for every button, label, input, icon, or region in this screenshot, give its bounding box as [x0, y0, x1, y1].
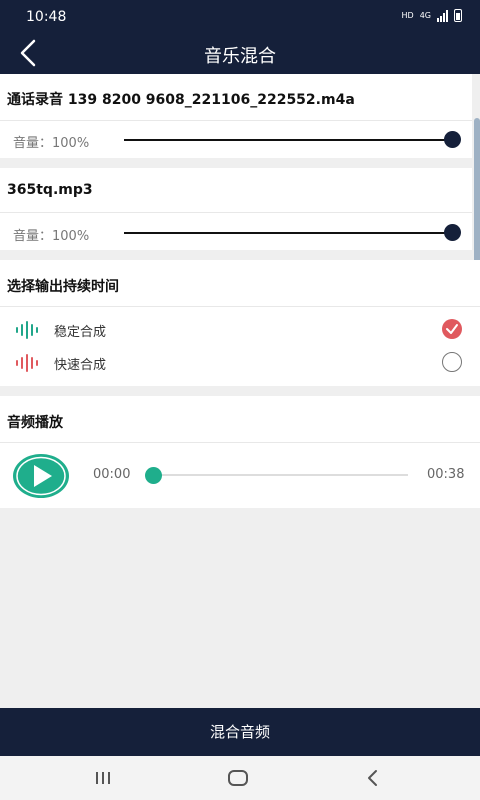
- divider: [0, 120, 472, 121]
- playback-progress-bar[interactable]: [152, 474, 408, 476]
- volume-label: 音量：100%: [13, 136, 90, 151]
- play-icon[interactable]: [12, 453, 70, 499]
- option-label: 稳定合成: [54, 325, 107, 340]
- status-time: 10:48: [26, 9, 67, 25]
- section-title: 选择输出持续时间: [7, 279, 119, 295]
- track-card-2: 365tq.mp3 音量：100%: [0, 168, 472, 250]
- status-bar: 10:48 HD 4G: [0, 0, 480, 34]
- playback-section: 音频播放: [0, 396, 480, 508]
- volume-label: 音量：100%: [13, 229, 90, 244]
- recents-icon[interactable]: [88, 766, 118, 790]
- home-icon[interactable]: [223, 766, 253, 790]
- playback-progress-thumb[interactable]: [144, 467, 162, 484]
- radio-unchecked-icon[interactable]: [442, 352, 462, 372]
- app-bar: 音乐混合: [0, 34, 480, 74]
- waveform-icon: [16, 321, 38, 339]
- track-file-name: 365tq.mp3: [7, 182, 93, 198]
- duration-section: 选择输出持续时间 稳定合成 快速合成: [0, 260, 480, 386]
- volume-slider-thumb[interactable]: [443, 224, 461, 241]
- volume-slider-thumb[interactable]: [443, 131, 461, 148]
- waveform-icon: [16, 354, 38, 372]
- total-time: 00:38: [427, 467, 465, 482]
- track-file-name: 通话录音 139 8200 9608_221106_222552.m4a: [7, 92, 355, 108]
- back-icon[interactable]: [358, 766, 388, 790]
- option-label: 快速合成: [54, 358, 107, 373]
- page-title: 音乐混合: [204, 46, 276, 67]
- system-nav-bar: [0, 756, 480, 800]
- divider: [0, 212, 472, 213]
- divider: [0, 442, 480, 443]
- signal-icon: [437, 9, 448, 22]
- volume-slider[interactable]: [124, 139, 452, 141]
- volume-slider[interactable]: [124, 232, 452, 234]
- network-label: 4G: [419, 11, 431, 20]
- current-time: 00:00: [93, 467, 131, 482]
- hd-label: HD: [401, 11, 414, 20]
- option-fast-synthesis[interactable]: 快速合成: [14, 351, 464, 375]
- option-stable-synthesis[interactable]: 稳定合成: [14, 318, 464, 342]
- divider: [0, 306, 480, 307]
- mix-audio-button[interactable]: 混合音频: [0, 708, 480, 756]
- section-title: 音频播放: [7, 415, 63, 431]
- radio-checked-icon[interactable]: [442, 319, 462, 339]
- status-icons: HD 4G: [402, 9, 462, 22]
- track-card-1: 通话录音 139 8200 9608_221106_222552.m4a 音量：…: [0, 74, 472, 158]
- scroll-indicator[interactable]: [474, 118, 480, 272]
- battery-icon: [454, 9, 462, 22]
